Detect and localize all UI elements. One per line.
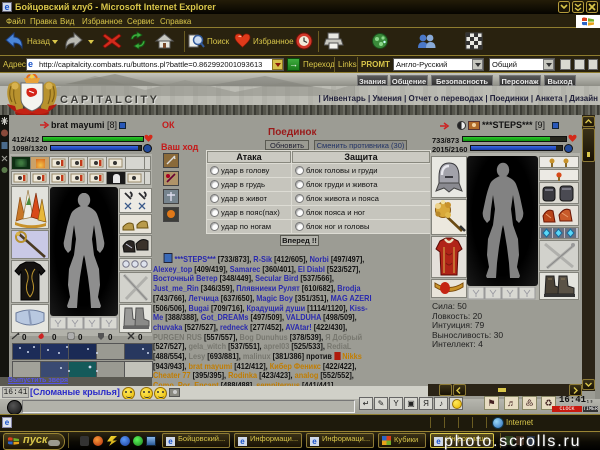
svg-text:0: 0 xyxy=(22,333,27,341)
svg-text:0: 0 xyxy=(52,333,57,341)
svg-text:0: 0 xyxy=(78,333,83,341)
svg-text:0: 0 xyxy=(108,333,113,341)
svg-text:0: 0 xyxy=(138,333,143,341)
